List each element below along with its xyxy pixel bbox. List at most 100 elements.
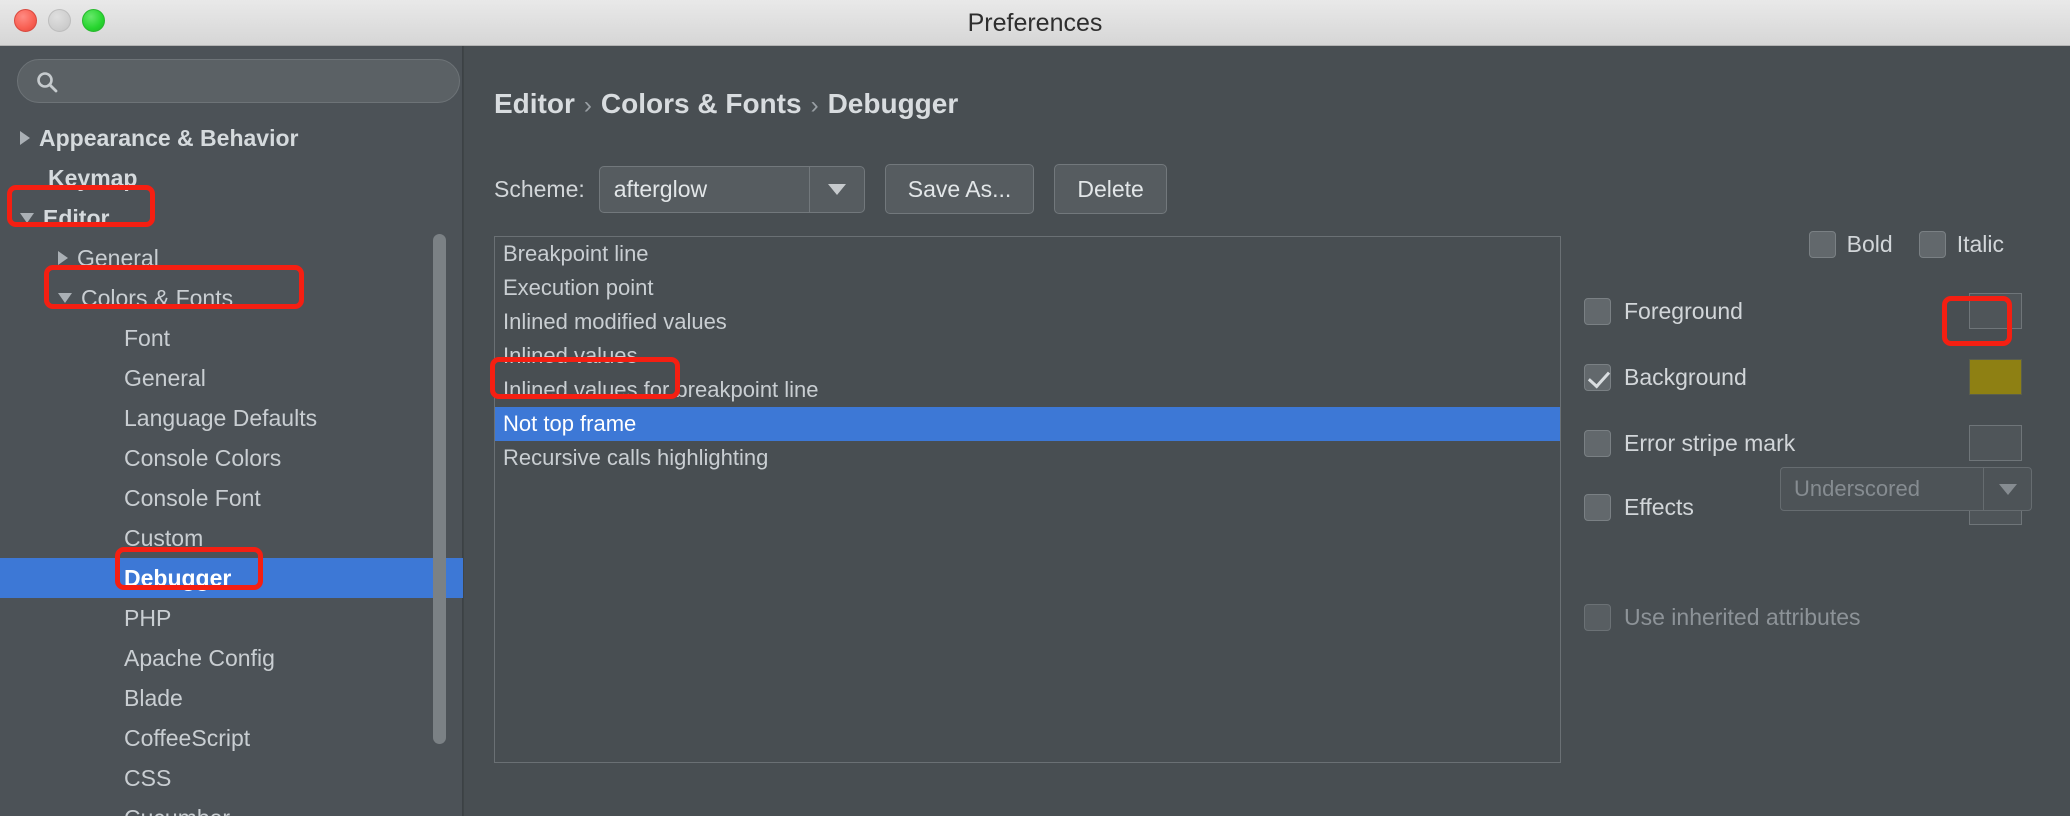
error-stripe-mark-color-swatch[interactable] [1969,425,2022,461]
sidebar-item-cucumber[interactable]: Cucumber [0,798,463,816]
sidebar-item-keymap[interactable]: Keymap [0,158,463,198]
color-list-item[interactable]: Inlined values for breakpoint line [495,373,1560,407]
sidebar-item-php[interactable]: PHP [0,598,463,638]
sidebar-scrollbar-thumb[interactable] [433,234,446,744]
search-field[interactable] [17,59,460,103]
sidebar-item-general[interactable]: General [0,358,463,398]
search-input[interactable] [68,60,448,102]
breadcrumb-separator: › [583,92,592,119]
breadcrumb-part: Debugger [827,88,959,119]
use-inherited-attributes-row[interactable]: Use inherited attributes [1584,604,1861,631]
italic-checkbox[interactable] [1918,231,1946,258]
breadcrumb-part[interactable]: Editor [494,88,575,119]
sidebar-item-label: PHP [124,605,172,631]
sidebar-item-debugger[interactable]: Debugger [0,558,463,598]
effects-label: Effects [1624,493,1694,520]
error-stripe-mark-checkbox[interactable] [1584,429,1611,457]
attributes-panel: Bold Italic Foreground Background Error str… [1584,231,2054,711]
error-stripe-mark-label: Error stripe mark [1624,429,1796,456]
sidebar-item-console-font[interactable]: Console Font [0,478,463,518]
sidebar-item-css[interactable]: CSS [0,758,463,798]
breadcrumb-part[interactable]: Colors & Fonts [601,88,802,119]
chevron-right-icon[interactable] [58,250,68,265]
chevron-down-icon[interactable] [20,212,34,223]
background-checkbox[interactable] [1584,363,1611,391]
foreground-checkbox[interactable] [1584,297,1611,325]
sidebar-item-general[interactable]: General [0,238,463,278]
sidebar-item-label: General [77,245,159,271]
italic-checkbox-row[interactable]: Italic [1918,231,2004,258]
save-as-button[interactable]: Save As... [884,164,1035,214]
settings-tree: Appearance & Behavior Keymap Editor General… [0,118,463,816]
chevron-right-icon[interactable] [20,130,30,145]
bold-checkbox-row[interactable]: Bold [1808,231,1893,258]
search-icon [36,71,58,93]
sidebar-item-colors-fonts[interactable]: Colors & Fonts [0,278,463,318]
color-list-item[interactable]: Recursive calls highlighting [495,441,1560,475]
sidebar-item-label: Custom [124,525,204,551]
color-settings-list[interactable]: Breakpoint line Execution point Inlined mo… [494,236,1561,763]
sidebar-item-label: Console Colors [124,445,282,471]
foreground-color-swatch[interactable] [1969,293,2022,329]
chevron-down-icon[interactable] [58,292,72,303]
use-inherited-attributes-label: Use inherited attributes [1624,604,1861,630]
color-list-item[interactable]: Inlined values [495,339,1560,373]
breadcrumb-separator: › [810,92,819,119]
bold-checkbox[interactable] [1808,231,1836,258]
chevron-down-icon [827,183,846,195]
background-color-swatch[interactable] [1969,359,2022,395]
sidebar-item-coffeescript[interactable]: CoffeeScript [0,718,463,758]
breadcrumb: Editor › Colors & Fonts › Debugger [494,88,958,120]
color-list-item-label: Recursive calls highlighting [503,445,769,470]
delete-button[interactable]: Delete [1054,164,1167,214]
color-list-item[interactable]: Inlined modified values [495,305,1560,339]
background-row[interactable]: Background [1584,359,2022,395]
scheme-label: Scheme: [494,175,585,202]
window-title: Preferences [967,9,1103,37]
scheme-combobox[interactable]: afterglow [598,165,865,213]
sidebar-item-blade[interactable]: Blade [0,678,463,718]
color-list-item-label: Inlined values [503,343,638,368]
chevron-down-icon [1998,483,2017,495]
effect-type-combobox[interactable]: Underscored [1780,467,2032,511]
scheme-dropdown-button[interactable] [808,166,864,212]
sidebar-item-language-defaults[interactable]: Language Defaults [0,398,463,438]
use-inherited-attributes-checkbox[interactable] [1584,604,1611,631]
error-stripe-mark-row[interactable]: Error stripe mark [1584,425,2022,461]
sidebar-item-custom[interactable]: Custom [0,518,463,558]
effects-row[interactable]: Effects [1584,489,2022,525]
sidebar-item-label: Cucumber [124,798,230,816]
sidebar-item-editor[interactable]: Editor [0,198,463,238]
window-titlebar: Preferences [0,0,2070,46]
sidebar-item-label: Language Defaults [124,405,318,431]
color-list-item[interactable]: Not top frame [495,407,1560,441]
effect-type-dropdown-button[interactable] [1983,468,2031,510]
color-list-item[interactable]: Execution point [495,271,1560,305]
italic-label: Italic [1956,231,2004,257]
preferences-window: Preferences Appearance & Behavior Keymap E… [0,0,2070,816]
sidebar-item-apache-config[interactable]: Apache Config [0,638,463,678]
main-panel: Editor › Colors & Fonts › Debugger Scheme: a… [464,46,2070,816]
sidebar-item-appearance-behavior[interactable]: Appearance & Behavior [0,118,463,158]
color-list-item-label: Not top frame [503,411,637,436]
sidebar-item-font[interactable]: Font [0,318,463,358]
scheme-toolbar: Scheme: afterglow Save As... Delete [494,164,1167,214]
sidebar-item-label: Editor [43,205,110,231]
color-list-item[interactable]: Breakpoint line [495,237,1560,271]
sidebar-item-label: Colors & Fonts [81,285,234,311]
sidebar-item-console-colors[interactable]: Console Colors [0,438,463,478]
effects-checkbox[interactable] [1584,493,1611,521]
foreground-row[interactable]: Foreground [1584,293,2022,329]
sidebar-item-label: Font [124,325,171,351]
foreground-label: Foreground [1624,297,1743,324]
sidebar-item-label: Apache Config [124,645,275,671]
sidebar-item-label: CSS [124,765,172,791]
